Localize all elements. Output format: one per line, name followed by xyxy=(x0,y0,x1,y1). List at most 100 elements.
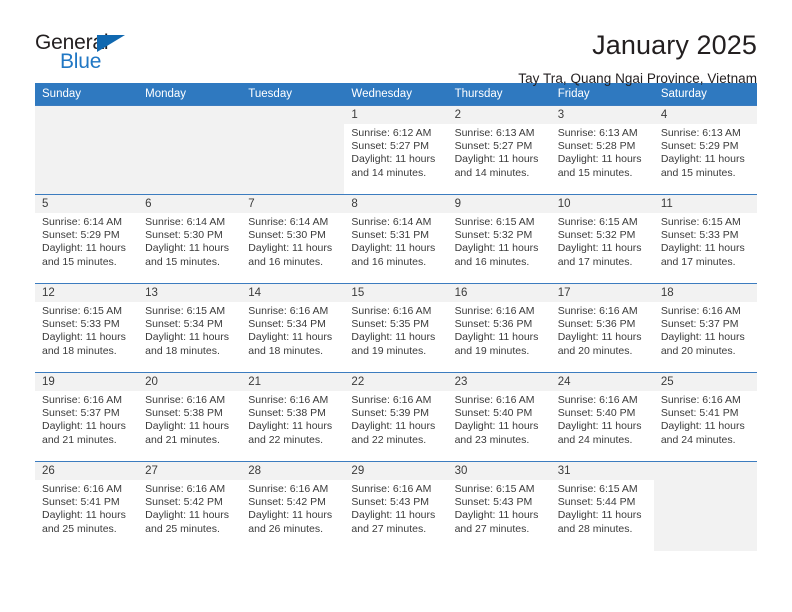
calendar-day-cell[interactable]: 6 Sunrise: 6:14 AM Sunset: 5:30 PM Daylight… xyxy=(138,194,242,284)
day-cell-content: 22 Sunrise: 6:16 AM Sunset: 5:39 PM Dayligh… xyxy=(344,373,448,461)
calendar-day-cell[interactable]: 8 Sunrise: 6:14 AM Sunset: 5:31 PM Daylight… xyxy=(344,194,448,284)
weekday-header-thursday: Thursday xyxy=(447,83,551,106)
day-cell-content: 4 Sunrise: 6:13 AM Sunset: 5:29 PM Daylight… xyxy=(653,106,757,194)
day-details: Sunrise: 6:14 AM Sunset: 5:29 PM Daylight:… xyxy=(35,213,138,269)
sunset-text: Sunset: 5:33 PM xyxy=(42,318,120,331)
general-blue-logo[interactable]: General Blue xyxy=(35,30,140,78)
calendar-body: 1 Sunrise: 6:12 AM Sunset: 5:27 PM Daylight… xyxy=(35,105,757,551)
calendar-day-cell[interactable]: 13 Sunrise: 6:15 AM Sunset: 5:34 PM Dayligh… xyxy=(138,283,242,373)
calendar-day-cell[interactable]: 1 Sunrise: 6:12 AM Sunset: 5:27 PM Daylight… xyxy=(344,105,448,195)
calendar-week-row: 5 Sunrise: 6:14 AM Sunset: 5:29 PM Daylight… xyxy=(35,194,757,284)
calendar-day-cell[interactable]: 23 Sunrise: 6:16 AM Sunset: 5:40 PM Dayligh… xyxy=(447,372,551,462)
sunrise-text: Sunrise: 6:14 AM xyxy=(248,216,329,228)
day-details: Sunrise: 6:15 AM Sunset: 5:43 PM Daylight:… xyxy=(448,480,551,536)
calendar-day-cell[interactable]: 28 Sunrise: 6:16 AM Sunset: 5:42 PM Dayligh… xyxy=(241,461,345,551)
daylight-text: Daylight: 11 hours and 21 minutes. xyxy=(42,420,126,446)
calendar-cell-empty xyxy=(138,105,242,195)
sunset-text: Sunset: 5:40 PM xyxy=(557,407,636,420)
sunset-text: Sunset: 5:29 PM xyxy=(660,140,739,153)
day-cell-content: 19 Sunrise: 6:16 AM Sunset: 5:37 PM Dayligh… xyxy=(35,373,139,461)
daylight-text: Daylight: 11 hours and 19 minutes. xyxy=(351,331,436,357)
day-number: 10 xyxy=(550,195,654,213)
calendar-day-cell[interactable]: 17 Sunrise: 6:16 AM Sunset: 5:36 PM Dayligh… xyxy=(550,283,654,373)
calendar-day-cell[interactable]: 24 Sunrise: 6:16 AM Sunset: 5:40 PM Dayligh… xyxy=(550,372,654,462)
calendar-day-cell[interactable]: 2 Sunrise: 6:13 AM Sunset: 5:27 PM Daylight… xyxy=(447,105,551,195)
day-number: 1 xyxy=(344,106,448,124)
calendar-day-cell[interactable]: 5 Sunrise: 6:14 AM Sunset: 5:29 PM Daylight… xyxy=(35,194,139,284)
calendar-cell-empty xyxy=(35,105,139,195)
calendar-day-cell[interactable]: 26 Sunrise: 6:16 AM Sunset: 5:41 PM Dayligh… xyxy=(35,461,139,551)
logo-text-blue: Blue xyxy=(60,50,102,73)
day-number: 23 xyxy=(447,373,551,391)
sunrise-text: Sunrise: 6:14 AM xyxy=(145,216,226,228)
day-cell-content: 8 Sunrise: 6:14 AM Sunset: 5:31 PM Daylight… xyxy=(344,195,448,283)
daylight-text: Daylight: 11 hours and 18 minutes. xyxy=(42,331,126,357)
calendar-day-cell[interactable]: 16 Sunrise: 6:16 AM Sunset: 5:36 PM Dayligh… xyxy=(447,283,551,373)
day-cell-content: 14 Sunrise: 6:16 AM Sunset: 5:34 PM Dayligh… xyxy=(241,284,345,372)
sunrise-text: Sunrise: 6:16 AM xyxy=(351,305,432,317)
day-details: Sunrise: 6:16 AM Sunset: 5:36 PM Daylight:… xyxy=(551,302,654,358)
sunset-text: Sunset: 5:40 PM xyxy=(454,407,533,420)
calendar-day-cell[interactable]: 11 Sunrise: 6:15 AM Sunset: 5:33 PM Dayligh… xyxy=(653,194,757,284)
day-details: Sunrise: 6:15 AM Sunset: 5:34 PM Daylight:… xyxy=(138,302,241,358)
daylight-text: Daylight: 11 hours and 15 minutes. xyxy=(145,242,229,268)
sunrise-text: Sunrise: 6:16 AM xyxy=(145,483,226,495)
sunset-text: Sunset: 5:34 PM xyxy=(248,318,326,331)
sunrise-text: Sunrise: 6:16 AM xyxy=(248,483,329,495)
sunrise-text: Sunrise: 6:13 AM xyxy=(660,127,741,139)
calendar-day-cell[interactable]: 18 Sunrise: 6:16 AM Sunset: 5:37 PM Dayligh… xyxy=(653,283,757,373)
calendar-cell-empty xyxy=(241,105,345,195)
day-number: 9 xyxy=(447,195,551,213)
calendar-day-cell[interactable]: 22 Sunrise: 6:16 AM Sunset: 5:39 PM Dayligh… xyxy=(344,372,448,462)
calendar-day-cell[interactable]: 3 Sunrise: 6:13 AM Sunset: 5:28 PM Daylight… xyxy=(550,105,654,195)
day-cell-content: 21 Sunrise: 6:16 AM Sunset: 5:38 PM Dayligh… xyxy=(241,373,345,461)
calendar-day-cell[interactable]: 14 Sunrise: 6:16 AM Sunset: 5:34 PM Dayligh… xyxy=(241,283,345,373)
sunset-text: Sunset: 5:32 PM xyxy=(557,229,636,242)
calendar-day-cell[interactable]: 31 Sunrise: 6:15 AM Sunset: 5:44 PM Dayligh… xyxy=(550,461,654,551)
day-number: 11 xyxy=(653,195,757,213)
calendar-day-cell[interactable]: 15 Sunrise: 6:16 AM Sunset: 5:35 PM Dayligh… xyxy=(344,283,448,373)
calendar-week-row: 26 Sunrise: 6:16 AM Sunset: 5:41 PM Dayligh… xyxy=(35,461,757,551)
day-details: Sunrise: 6:15 AM Sunset: 5:32 PM Daylight:… xyxy=(551,213,654,269)
sunset-text: Sunset: 5:41 PM xyxy=(660,407,739,420)
sunrise-text: Sunrise: 6:16 AM xyxy=(248,305,329,317)
day-cell-content: 18 Sunrise: 6:16 AM Sunset: 5:37 PM Dayligh… xyxy=(653,284,757,372)
calendar-day-cell[interactable]: 9 Sunrise: 6:15 AM Sunset: 5:32 PM Daylight… xyxy=(447,194,551,284)
sunrise-text: Sunrise: 6:16 AM xyxy=(248,394,329,406)
triangle-icon xyxy=(97,35,125,52)
sunset-text: Sunset: 5:32 PM xyxy=(454,229,533,242)
sunrise-text: Sunrise: 6:15 AM xyxy=(660,216,741,228)
sunrise-text: Sunrise: 6:16 AM xyxy=(557,305,638,317)
sunrise-text: Sunrise: 6:16 AM xyxy=(42,394,122,406)
day-number: 7 xyxy=(241,195,345,213)
day-cell-content: 28 Sunrise: 6:16 AM Sunset: 5:42 PM Dayligh… xyxy=(241,462,345,551)
calendar-day-cell[interactable]: 25 Sunrise: 6:16 AM Sunset: 5:41 PM Dayligh… xyxy=(653,372,757,462)
day-number: 12 xyxy=(35,284,139,302)
daylight-text: Daylight: 11 hours and 17 minutes. xyxy=(660,242,745,268)
day-details: Sunrise: 6:16 AM Sunset: 5:37 PM Daylight:… xyxy=(35,391,138,447)
calendar-day-cell[interactable]: 4 Sunrise: 6:13 AM Sunset: 5:29 PM Daylight… xyxy=(653,105,757,195)
day-number: 31 xyxy=(550,462,654,480)
sunset-text: Sunset: 5:37 PM xyxy=(42,407,120,420)
day-cell-content: 13 Sunrise: 6:15 AM Sunset: 5:34 PM Dayligh… xyxy=(138,284,242,372)
calendar-day-cell[interactable]: 30 Sunrise: 6:15 AM Sunset: 5:43 PM Dayligh… xyxy=(447,461,551,551)
calendar-day-cell[interactable]: 10 Sunrise: 6:15 AM Sunset: 5:32 PM Dayligh… xyxy=(550,194,654,284)
calendar-day-cell[interactable]: 20 Sunrise: 6:16 AM Sunset: 5:38 PM Dayligh… xyxy=(138,372,242,462)
daylight-text: Daylight: 11 hours and 14 minutes. xyxy=(351,153,436,179)
day-details: Sunrise: 6:14 AM Sunset: 5:30 PM Daylight:… xyxy=(138,213,241,269)
calendar-day-cell[interactable]: 12 Sunrise: 6:15 AM Sunset: 5:33 PM Dayligh… xyxy=(35,283,139,373)
calendar-day-cell[interactable]: 7 Sunrise: 6:14 AM Sunset: 5:30 PM Daylight… xyxy=(241,194,345,284)
calendar-week-row: 1 Sunrise: 6:12 AM Sunset: 5:27 PM Daylight… xyxy=(35,105,757,195)
sunset-text: Sunset: 5:42 PM xyxy=(248,496,326,509)
calendar-day-cell[interactable]: 19 Sunrise: 6:16 AM Sunset: 5:37 PM Dayligh… xyxy=(35,372,139,462)
daylight-text: Daylight: 11 hours and 18 minutes. xyxy=(145,331,229,357)
day-details: Sunrise: 6:16 AM Sunset: 5:42 PM Daylight:… xyxy=(138,480,241,536)
sunrise-text: Sunrise: 6:13 AM xyxy=(557,127,638,139)
calendar-day-cell[interactable]: 29 Sunrise: 6:16 AM Sunset: 5:43 PM Dayligh… xyxy=(344,461,448,551)
daylight-text: Daylight: 11 hours and 26 minutes. xyxy=(248,509,333,535)
daylight-text: Daylight: 11 hours and 20 minutes. xyxy=(660,331,745,357)
calendar-day-cell[interactable]: 27 Sunrise: 6:16 AM Sunset: 5:42 PM Dayligh… xyxy=(138,461,242,551)
sunset-text: Sunset: 5:28 PM xyxy=(557,140,636,153)
day-cell-content: 9 Sunrise: 6:15 AM Sunset: 5:32 PM Daylight… xyxy=(447,195,551,283)
calendar-day-cell[interactable]: 21 Sunrise: 6:16 AM Sunset: 5:38 PM Dayligh… xyxy=(241,372,345,462)
